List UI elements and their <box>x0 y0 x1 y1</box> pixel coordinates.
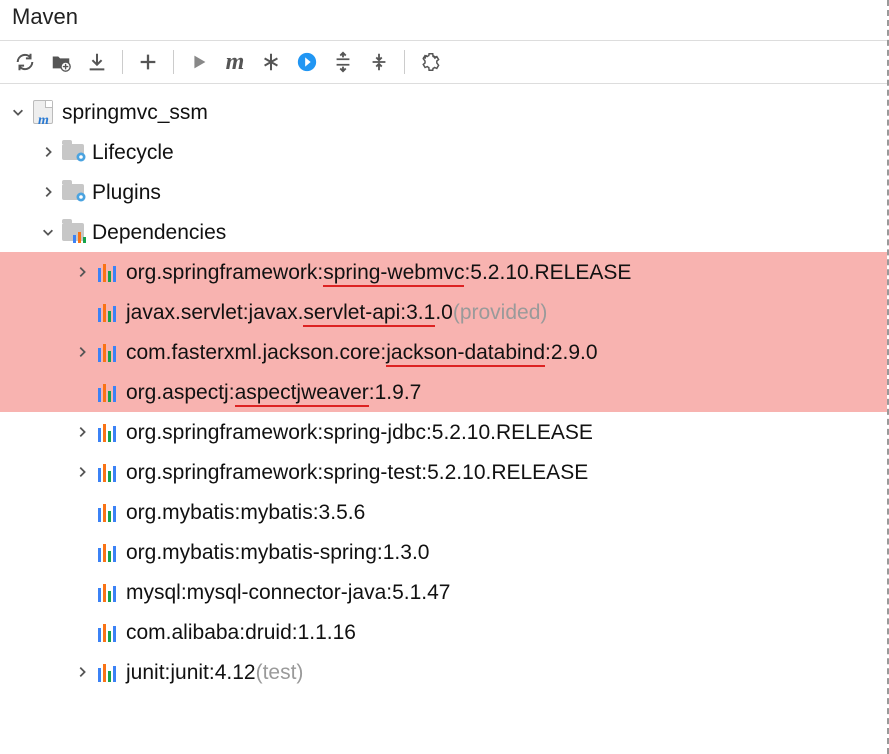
spacer <box>72 302 92 322</box>
dependency-item[interactable]: junit:junit:4.12 (test) <box>0 652 887 692</box>
dependency-scope: (provided) <box>453 302 548 323</box>
dependency-item[interactable]: com.alibaba:druid:1.1.16 <box>0 612 887 652</box>
library-icon <box>94 659 120 685</box>
generate-sources-icon[interactable] <box>44 45 78 79</box>
dependency-item[interactable]: javax.servlet:javax.servlet-api:3.1.0 (p… <box>0 292 887 332</box>
tree-label: springmvc_ssm <box>62 102 208 123</box>
chevron-down-icon[interactable] <box>38 222 58 242</box>
library-icon <box>94 259 120 285</box>
dependency-item[interactable]: org.springframework:spring-webmvc:5.2.10… <box>0 252 887 292</box>
chevron-down-icon[interactable] <box>8 102 28 122</box>
toolbar: m <box>0 40 887 84</box>
tree-plugins[interactable]: Plugins <box>0 172 887 212</box>
dependency-label: mysql:mysql-connector-java:5.1.47 <box>126 582 450 603</box>
tree-root[interactable]: m springmvc_ssm <box>0 92 887 132</box>
project-tree: m springmvc_ssm Lifecycle Plugins <box>0 84 887 700</box>
dependency-label: junit:junit:4.12 <box>126 662 256 683</box>
library-icon <box>94 419 120 445</box>
chevron-right-icon[interactable] <box>38 142 58 162</box>
dependency-label: org.springframework:spring-test:5.2.10.R… <box>126 462 588 483</box>
tree-dependencies[interactable]: Dependencies <box>0 212 887 252</box>
library-icon <box>94 339 120 365</box>
chevron-right-icon[interactable] <box>72 342 92 362</box>
folder-gear-icon <box>60 139 86 165</box>
tree-label: Plugins <box>92 182 161 203</box>
download-icon[interactable] <box>80 45 114 79</box>
chevron-right-icon[interactable] <box>72 662 92 682</box>
library-icon <box>94 499 120 525</box>
panel-title: Maven <box>0 0 887 40</box>
spacer <box>72 382 92 402</box>
dependency-item[interactable]: org.mybatis:mybatis:3.5.6 <box>0 492 887 532</box>
library-icon <box>94 299 120 325</box>
refresh-icon[interactable] <box>8 45 42 79</box>
toolbar-separator <box>173 50 174 74</box>
dependencies-folder-icon <box>60 219 86 245</box>
tree-label: Dependencies <box>92 222 226 243</box>
expand-all-icon[interactable] <box>326 45 360 79</box>
dependency-item[interactable]: org.mybatis:mybatis-spring:1.3.0 <box>0 532 887 572</box>
dependency-label: org.aspectj:aspectjweaver:1.9.7 <box>126 382 421 403</box>
collapse-all-icon[interactable] <box>362 45 396 79</box>
dependency-label: org.springframework:spring-jdbc:5.2.10.R… <box>126 422 593 443</box>
chevron-right-icon[interactable] <box>72 262 92 282</box>
toolbar-separator <box>404 50 405 74</box>
dependency-label: org.springframework:spring-webmvc:5.2.10… <box>126 262 631 283</box>
settings-icon[interactable] <box>413 45 447 79</box>
offline-icon[interactable] <box>290 45 324 79</box>
run-icon[interactable] <box>182 45 216 79</box>
dependency-label: org.mybatis:mybatis:3.5.6 <box>126 502 365 523</box>
maven-m-icon[interactable]: m <box>218 45 252 79</box>
maven-project-icon: m <box>30 99 56 125</box>
tree-lifecycle[interactable]: Lifecycle <box>0 132 887 172</box>
dependency-label: org.mybatis:mybatis-spring:1.3.0 <box>126 542 429 563</box>
library-icon <box>94 459 120 485</box>
dependency-label: javax.servlet:javax.servlet-api:3.1.0 <box>126 302 453 323</box>
tree-label: Lifecycle <box>92 142 174 163</box>
library-icon <box>94 539 120 565</box>
chevron-right-icon[interactable] <box>72 462 92 482</box>
dependency-item[interactable]: org.aspectj:aspectjweaver:1.9.7 <box>0 372 887 412</box>
dependency-label: com.fasterxml.jackson.core:jackson-datab… <box>126 342 598 363</box>
spacer <box>72 542 92 562</box>
dependency-scope: (test) <box>256 662 304 683</box>
library-icon <box>94 379 120 405</box>
toolbar-separator <box>122 50 123 74</box>
spacer <box>72 582 92 602</box>
folder-gear-icon <box>60 179 86 205</box>
add-icon[interactable] <box>131 45 165 79</box>
library-icon <box>94 579 120 605</box>
dependency-item[interactable]: org.springframework:spring-jdbc:5.2.10.R… <box>0 412 887 452</box>
chevron-right-icon[interactable] <box>72 422 92 442</box>
spacer <box>72 502 92 522</box>
maven-panel: Maven m <box>0 0 889 754</box>
dependency-item[interactable]: com.fasterxml.jackson.core:jackson-datab… <box>0 332 887 372</box>
skip-tests-icon[interactable] <box>254 45 288 79</box>
dependency-label: com.alibaba:druid:1.1.16 <box>126 622 356 643</box>
dependency-item[interactable]: mysql:mysql-connector-java:5.1.47 <box>0 572 887 612</box>
chevron-right-icon[interactable] <box>38 182 58 202</box>
dependency-item[interactable]: org.springframework:spring-test:5.2.10.R… <box>0 452 887 492</box>
spacer <box>72 622 92 642</box>
dependencies-list: org.springframework:spring-webmvc:5.2.10… <box>0 252 887 692</box>
library-icon <box>94 619 120 645</box>
